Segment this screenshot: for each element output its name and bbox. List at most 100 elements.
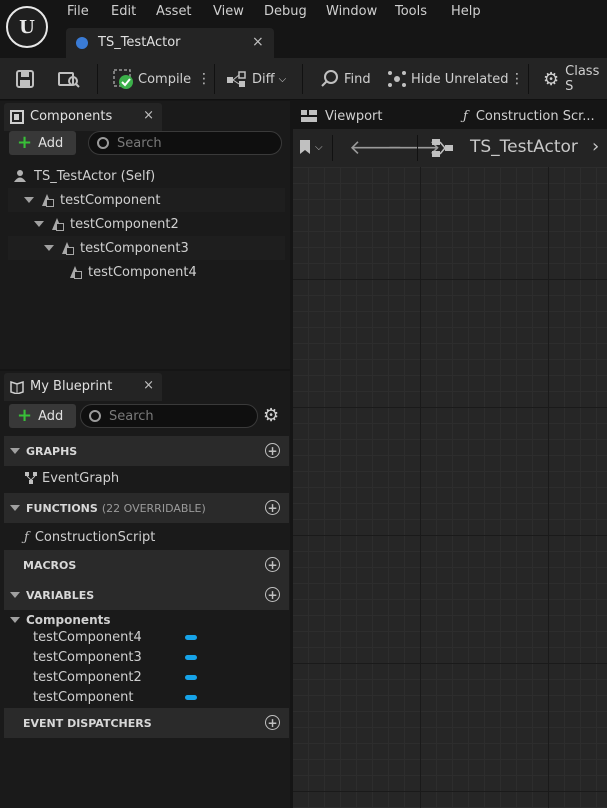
- tree-item-testcomponent4[interactable]: testComponent4: [8, 260, 285, 284]
- function-item-label: ConstructionScript: [34, 529, 156, 545]
- expand-arrow-icon[interactable]: [10, 505, 20, 511]
- tree-item-label: TS_TestActor (Self): [34, 168, 156, 184]
- tree-item-testcomponent3[interactable]: testComponent3: [8, 236, 285, 260]
- find-button[interactable]: Find: [320, 58, 371, 100]
- bookmark-button[interactable]: ⌵: [299, 139, 323, 155]
- hide-unrelated-button[interactable]: Hide Unrelated: [387, 58, 509, 100]
- tab-construction-script[interactable]: ƒ Construction Scr...: [459, 103, 607, 129]
- save-button[interactable]: [16, 58, 34, 100]
- close-icon[interactable]: ×: [143, 108, 154, 123]
- browse-button[interactable]: [58, 58, 80, 100]
- variable-item[interactable]: testComponent2: [4, 667, 289, 687]
- variable-item[interactable]: testComponent: [4, 687, 289, 707]
- section-macros[interactable]: MACROS +: [4, 550, 289, 580]
- blueprint-asset-icon: [76, 37, 88, 49]
- components-icon: [10, 110, 24, 124]
- add-label: Add: [38, 408, 64, 424]
- search-placeholder: Search: [109, 408, 154, 424]
- close-icon[interactable]: ×: [252, 34, 264, 50]
- variable-item[interactable]: testComponent3: [4, 647, 289, 667]
- search-icon: [97, 137, 109, 149]
- tab-viewport-label: Viewport: [325, 108, 383, 124]
- tree-item-self[interactable]: TS_TestActor (Self): [8, 164, 285, 188]
- actor-icon: [14, 170, 26, 182]
- graph-item-eventgraph[interactable]: EventGraph: [4, 466, 289, 490]
- bookmark-icon: [300, 140, 310, 154]
- menu-window[interactable]: Window: [326, 4, 377, 20]
- blueprint-search-input[interactable]: Search: [80, 404, 258, 428]
- unreal-logo-icon[interactable]: U: [6, 6, 48, 48]
- diff-label: Diff: [252, 71, 275, 87]
- add-event-dispatcher-icon[interactable]: +: [265, 715, 280, 730]
- expand-arrow-icon[interactable]: [10, 448, 20, 454]
- section-title: VARIABLES: [26, 588, 95, 602]
- components-tab[interactable]: Components ×: [4, 103, 162, 131]
- add-label: Add: [38, 135, 64, 151]
- add-graph-icon[interactable]: +: [265, 443, 280, 458]
- menu-file[interactable]: File: [67, 4, 89, 20]
- my-blueprint-tab-label: My Blueprint: [30, 379, 113, 394]
- expand-arrow-icon[interactable]: [24, 197, 34, 203]
- category-label: Components: [26, 613, 111, 627]
- more-options-button[interactable]: ⋮: [510, 58, 524, 100]
- chevron-right-icon[interactable]: ›: [592, 136, 599, 157]
- graph-canvas[interactable]: [293, 167, 607, 808]
- section-graphs[interactable]: GRAPHS +: [4, 436, 289, 466]
- tree-item-label: testComponent: [60, 192, 161, 208]
- components-search-input[interactable]: Search: [88, 131, 282, 155]
- components-panel: Components × + Add Search TS_TestActor (…: [0, 101, 290, 369]
- class-settings-button[interactable]: ⚙ Class S: [543, 58, 607, 100]
- scene-component-icon: [60, 241, 74, 255]
- find-label: Find: [344, 71, 371, 87]
- variable-type-pill: [185, 654, 197, 660]
- scene-component-icon: [50, 217, 64, 231]
- expand-arrow-icon[interactable]: [44, 245, 54, 251]
- variable-type-pill: [185, 634, 197, 640]
- section-title: MACROS: [23, 558, 77, 572]
- tab-viewport[interactable]: Viewport: [297, 103, 447, 129]
- diff-button[interactable]: Diff ⌵: [226, 58, 286, 100]
- gear-icon[interactable]: ⚙: [263, 405, 279, 426]
- search-icon: [89, 410, 101, 422]
- add-macro-icon[interactable]: +: [265, 557, 280, 572]
- menu-debug[interactable]: Debug: [264, 4, 307, 20]
- graph-breadcrumb[interactable]: TS_TestActor: [470, 137, 578, 157]
- variable-item[interactable]: testComponent4: [4, 627, 289, 647]
- function-icon: ƒ: [24, 529, 29, 545]
- add-function-icon[interactable]: +: [265, 500, 280, 515]
- close-icon[interactable]: ×: [143, 378, 154, 393]
- components-tab-label: Components: [30, 109, 113, 124]
- compile-label: Compile: [138, 71, 192, 87]
- overridable-count: (22 OVERRIDABLE): [101, 501, 206, 515]
- section-title: FUNCTIONS: [26, 501, 98, 515]
- section-event-dispatchers[interactable]: EVENT DISPATCHERS +: [4, 708, 289, 738]
- menu-asset[interactable]: Asset: [156, 4, 192, 20]
- expand-arrow-icon[interactable]: [10, 617, 20, 623]
- variable-type-pill: [185, 674, 197, 680]
- menu-tools[interactable]: Tools: [395, 4, 427, 20]
- title-bar: U File Edit Asset View Debug Window Tool…: [0, 0, 607, 58]
- menu-view[interactable]: View: [213, 4, 244, 20]
- document-tab[interactable]: TS_TestActor ×: [66, 28, 274, 58]
- section-variables[interactable]: VARIABLES +: [4, 580, 289, 610]
- expand-arrow-icon[interactable]: [34, 221, 44, 227]
- my-blueprint-tab[interactable]: My Blueprint ×: [4, 373, 162, 401]
- tree-item-testcomponent[interactable]: testComponent: [8, 188, 285, 212]
- viewport-icon: [301, 110, 317, 122]
- function-item-constructionscript[interactable]: ƒ ConstructionScript: [4, 525, 289, 549]
- add-blueprint-item-button[interactable]: + Add: [9, 404, 76, 428]
- compile-button[interactable]: Compile: [112, 58, 191, 100]
- menu-edit[interactable]: Edit: [111, 4, 136, 20]
- expand-arrow-icon[interactable]: [10, 592, 20, 598]
- section-functions[interactable]: FUNCTIONS (22 OVERRIDABLE) +: [4, 493, 289, 523]
- browse-icon: [58, 72, 80, 88]
- compile-options-button[interactable]: ⋮: [197, 58, 211, 100]
- variable-label: testComponent3: [33, 649, 142, 665]
- menu-help[interactable]: Help: [451, 4, 481, 20]
- class-settings-label: Class S: [565, 64, 600, 94]
- add-component-button[interactable]: + Add: [9, 131, 76, 155]
- add-variable-icon[interactable]: +: [265, 587, 280, 602]
- tree-item-label: testComponent4: [88, 264, 197, 280]
- plus-icon: +: [17, 405, 33, 426]
- tree-item-testcomponent2[interactable]: testComponent2: [8, 212, 285, 236]
